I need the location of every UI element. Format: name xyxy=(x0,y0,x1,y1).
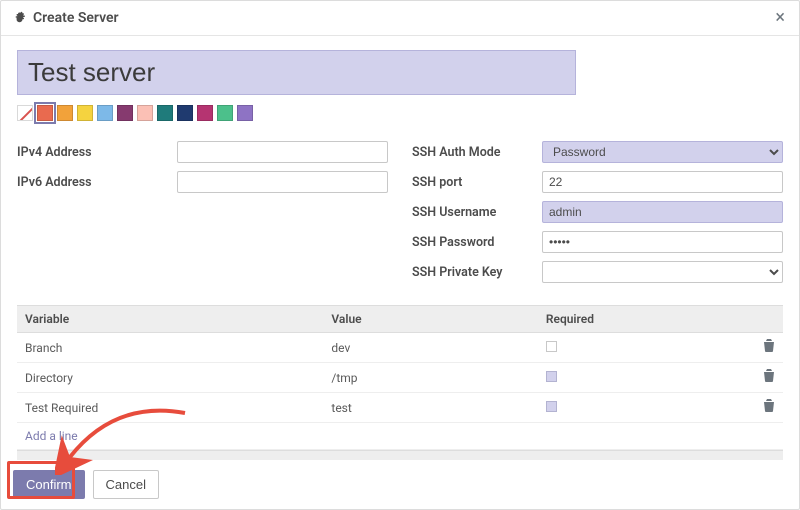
color-palette xyxy=(17,105,783,121)
cell-variable: Branch xyxy=(17,333,323,363)
color-swatch-4[interactable] xyxy=(117,105,133,121)
server-icon xyxy=(15,11,27,26)
color-swatch-2[interactable] xyxy=(77,105,93,121)
dialog-title-group: Create Server xyxy=(15,10,119,26)
form-col-left: IPv4 Address IPv6 Address xyxy=(17,141,388,291)
ssh-port-label: SSH port xyxy=(412,175,542,190)
cell-value: dev xyxy=(323,333,537,363)
dialog-header: Create Server × xyxy=(1,1,799,36)
form-col-right: SSH Auth Mode Password SSH port SSH User… xyxy=(412,141,783,291)
col-required: Required xyxy=(538,306,747,333)
confirm-button[interactable]: Confirm xyxy=(13,470,85,499)
color-swatch-7[interactable] xyxy=(177,105,193,121)
color-swatch-6[interactable] xyxy=(157,105,173,121)
ssh-password-input[interactable] xyxy=(542,231,783,253)
create-server-dialog: Create Server × IPv4 Address xyxy=(0,0,800,510)
cancel-button[interactable]: Cancel xyxy=(93,470,159,499)
ipv6-input[interactable] xyxy=(177,171,388,193)
color-swatch-10[interactable] xyxy=(237,105,253,121)
cell-value: /tmp xyxy=(323,363,537,393)
color-swatch-8[interactable] xyxy=(197,105,213,121)
dialog-footer: Confirm Cancel xyxy=(1,460,799,509)
ssh-private-key-label: SSH Private Key xyxy=(412,265,542,280)
color-swatch-1[interactable] xyxy=(57,105,73,121)
delete-row-icon[interactable] xyxy=(763,371,775,386)
ssh-password-label: SSH Password xyxy=(412,235,542,250)
color-swatch-9[interactable] xyxy=(217,105,233,121)
cell-variable: Directory xyxy=(17,363,323,393)
cell-variable: Test Required xyxy=(17,393,323,423)
cell-required xyxy=(538,393,747,423)
ssh-auth-mode-label: SSH Auth Mode xyxy=(412,145,542,160)
ssh-auth-mode-select[interactable]: Password xyxy=(542,141,783,163)
required-checkbox[interactable] xyxy=(546,401,557,412)
add-line-link[interactable]: Add a line xyxy=(17,423,783,450)
required-checkbox[interactable] xyxy=(546,341,557,352)
dialog-title: Create Server xyxy=(33,10,119,26)
delete-row-icon[interactable] xyxy=(763,341,775,356)
color-swatch-3[interactable] xyxy=(97,105,113,121)
color-swatch-0[interactable] xyxy=(37,105,53,121)
ssh-private-key-select[interactable] xyxy=(542,261,783,283)
cell-value: test xyxy=(323,393,537,423)
ipv6-label: IPv6 Address xyxy=(17,175,177,190)
ipv4-input[interactable] xyxy=(177,141,388,163)
ssh-username-input[interactable] xyxy=(542,201,783,223)
cell-required xyxy=(538,363,747,393)
dialog-body: IPv4 Address IPv6 Address SSH Auth Mode … xyxy=(1,36,799,460)
form-grid: IPv4 Address IPv6 Address SSH Auth Mode … xyxy=(17,141,783,291)
ssh-username-label: SSH Username xyxy=(412,205,542,220)
table-footer xyxy=(17,450,783,460)
ssh-port-input[interactable] xyxy=(542,171,783,193)
color-swatch-5[interactable] xyxy=(137,105,153,121)
col-variable: Variable xyxy=(17,306,323,333)
delete-row-icon[interactable] xyxy=(763,401,775,416)
variables-table: Variable Value Required BranchdevDirecto… xyxy=(17,305,783,423)
required-checkbox[interactable] xyxy=(546,371,557,382)
col-value: Value xyxy=(323,306,537,333)
server-name-input[interactable] xyxy=(17,50,576,95)
cell-required xyxy=(538,333,747,363)
table-row[interactable]: Branchdev xyxy=(17,333,783,363)
ipv4-label: IPv4 Address xyxy=(17,145,177,160)
close-icon[interactable]: × xyxy=(775,9,785,27)
table-row[interactable]: Test Requiredtest xyxy=(17,393,783,423)
table-row[interactable]: Directory/tmp xyxy=(17,363,783,393)
col-delete xyxy=(747,306,783,333)
color-swatch-none[interactable] xyxy=(17,105,33,121)
